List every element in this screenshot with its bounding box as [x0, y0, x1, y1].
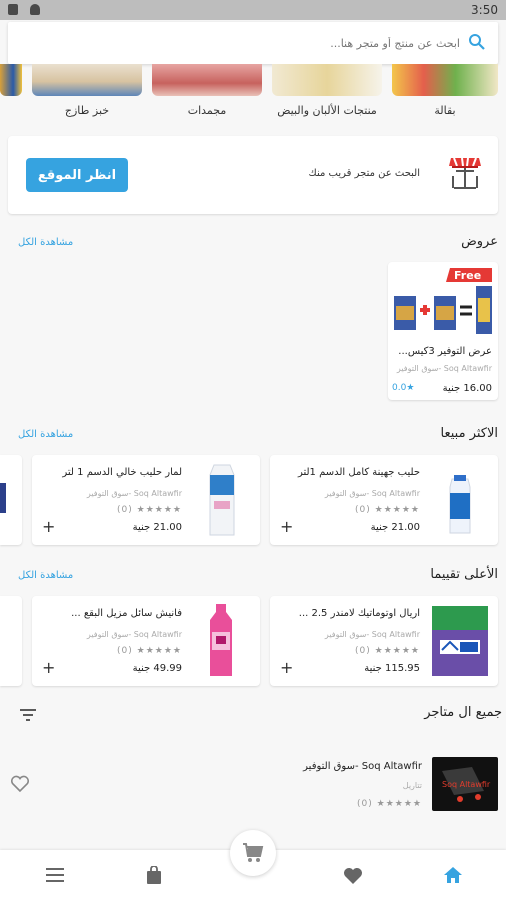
section-title: الاكثر مبيعا: [440, 426, 498, 441]
search-bar[interactable]: [8, 22, 498, 64]
product-image: Free: [392, 266, 494, 340]
category-image: [32, 64, 142, 96]
product-price: 115.95 جنية: [364, 663, 420, 674]
notification-icon: [30, 4, 40, 15]
store-name: Soq Altawfir -سوق التوفير: [324, 630, 420, 639]
image-icon: [8, 4, 18, 15]
free-badge-text: Free: [454, 269, 481, 282]
rating-stars: (0) ★★★★★: [355, 646, 420, 656]
category-item-partial[interactable]: [0, 64, 22, 96]
add-to-cart-button[interactable]: +: [280, 517, 293, 536]
rating-stars: (0) ★★★★★: [117, 505, 182, 515]
category-item-bread[interactable]: خبز طازج: [32, 64, 142, 117]
review-count: (0): [357, 799, 373, 809]
search-input[interactable]: [40, 31, 460, 55]
category-label: بقالة: [434, 104, 456, 117]
product-name: اريال اوتوماتيك لامندر 2.5 ...: [298, 608, 420, 619]
store-icon: [448, 154, 482, 196]
product-name: عرض التوفير 3كيس...: [398, 346, 492, 357]
all-stores-header: جميع ال متاجر: [0, 705, 506, 725]
bag-icon[interactable]: [145, 865, 163, 888]
store-name: Soq Altawfir -سوق التوفير: [303, 761, 422, 772]
product-card-partial[interactable]: [0, 596, 22, 686]
offer-card[interactable]: Free عرض التوفير 3كيس... Soq Altawfir -س…: [388, 262, 498, 400]
top-rated-header: الأعلى تقييما مشاهدة الكل: [0, 567, 506, 587]
review-count: (0): [355, 646, 371, 656]
product-name: حليب جهينة كامل الدسم 1لتر: [297, 467, 420, 478]
product-image: [430, 602, 490, 680]
add-to-cart-button[interactable]: +: [280, 658, 293, 677]
product-price: 21.00 جنية: [370, 522, 420, 533]
product-card[interactable]: حليب جهينة كامل الدسم 1لتر Soq Altawfir …: [270, 455, 498, 545]
menu-icon[interactable]: [46, 867, 64, 886]
product-price: 16.00 جنية: [442, 383, 492, 394]
see-all-link[interactable]: مشاهدة الكل: [18, 570, 73, 581]
star-icon: ★: [406, 383, 415, 393]
product-card[interactable]: فانيش سائل مزيل البقع ... Soq Altawfir -…: [32, 596, 260, 686]
filter-icon[interactable]: [20, 706, 36, 725]
category-image: [152, 64, 262, 96]
product-image: [430, 461, 490, 539]
product-price: 49.99 جنية: [132, 663, 182, 674]
category-image: [0, 64, 22, 96]
category-item-frozen[interactable]: مجمدات: [152, 64, 262, 117]
status-time: 3:50: [471, 3, 498, 17]
nearby-store-card: انظر الموقع البحث عن متجر قريب منك: [8, 136, 498, 214]
add-to-cart-button[interactable]: +: [42, 517, 55, 536]
home-icon[interactable]: [443, 866, 463, 888]
category-image: [392, 64, 498, 96]
store-name: Soq Altawfir -سوق التوفير: [86, 630, 182, 639]
nearby-store-text: البحث عن متجر قريب منك: [308, 168, 420, 179]
category-item-dairy[interactable]: منتجات الألبان والبيض: [272, 64, 382, 117]
product-card-partial[interactable]: [0, 455, 22, 545]
category-label: خبز طازج: [64, 104, 110, 117]
product-rating: 0.0★: [392, 383, 414, 393]
offers-header: عروض مشاهدة الكل: [0, 234, 506, 254]
store-logo: Soq Altawfir: [432, 757, 498, 811]
product-card[interactable]: لمار حليب خالي الدسم 1 لتر Soq Altawfir …: [32, 455, 260, 545]
see-all-link[interactable]: مشاهدة الكل: [18, 237, 73, 248]
category-item-grocery[interactable]: بقالة: [392, 64, 498, 117]
status-bar: 3:50: [0, 0, 506, 20]
search-icon[interactable]: [468, 33, 486, 55]
review-count: (0): [117, 505, 133, 515]
product-price: 21.00 جنية: [132, 522, 182, 533]
rating-stars: (0) ★★★★★: [117, 646, 182, 656]
category-image: [272, 64, 382, 96]
product-name: فانيش سائل مزيل البقع ...: [71, 608, 182, 619]
see-all-link[interactable]: مشاهدة الكل: [18, 429, 73, 440]
view-location-button[interactable]: انظر الموقع: [26, 158, 128, 192]
category-label: منتجات الألبان والبيض: [277, 104, 377, 117]
section-title: عروض: [461, 234, 498, 249]
product-image: [192, 461, 252, 539]
review-count: (0): [117, 646, 133, 656]
favorite-heart-icon[interactable]: [10, 775, 30, 797]
rating-value: 0.0: [392, 383, 407, 393]
add-to-cart-button[interactable]: +: [42, 658, 55, 677]
review-count: (0): [355, 505, 371, 515]
section-title: الأعلى تقييما: [430, 567, 498, 582]
section-title: جميع ال متاجر: [424, 705, 502, 720]
best-selling-header: الاكثر مبيعا مشاهدة الكل: [0, 426, 506, 446]
product-name: لمار حليب خالي الدسم 1 لتر: [62, 467, 182, 478]
store-row[interactable]: Soq Altawfir Soq Altawfir -سوق التوفير ت…: [0, 745, 506, 825]
store-logo-text: Soq Altawfir: [442, 780, 491, 789]
cart-icon: [243, 843, 264, 862]
store-name: Soq Altawfir -سوق التوفير: [86, 489, 182, 498]
rating-stars: (0) ★★★★★: [355, 505, 420, 515]
category-strip: خبز طازج مجمدات منتجات الألبان والبيض بق…: [0, 64, 506, 124]
rating-stars: (0) ★★★★★: [357, 799, 422, 809]
store-area: تتاريل: [402, 781, 422, 790]
cart-button[interactable]: [230, 830, 276, 876]
store-name: Soq Altawfir -سوق التوفير: [396, 364, 492, 373]
product-card[interactable]: اريال اوتوماتيك لامندر 2.5 ... Soq Altaw…: [270, 596, 498, 686]
store-name: Soq Altawfir -سوق التوفير: [324, 489, 420, 498]
heart-icon[interactable]: [343, 867, 363, 889]
product-image: [192, 602, 252, 680]
product-image: [0, 483, 6, 513]
category-label: مجمدات: [187, 104, 227, 117]
